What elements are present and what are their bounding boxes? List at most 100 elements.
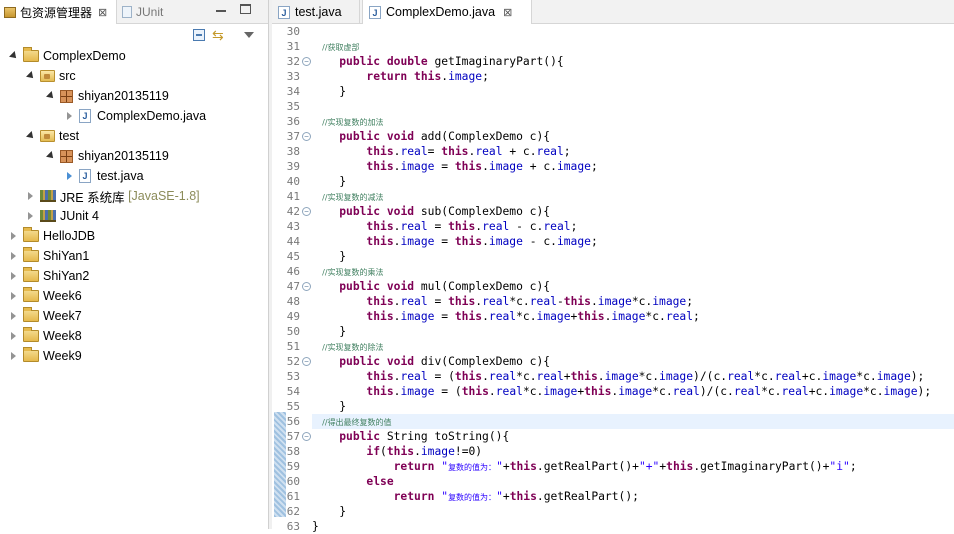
line-number: 42 — [286, 205, 300, 218]
link-with-editor-icon[interactable]: ⇆ — [212, 28, 228, 42]
code-line: public void sub(ComplexDemo c){ — [339, 205, 551, 218]
fold-toggle-icon[interactable]: − — [302, 282, 311, 291]
tree-item-shiyan1[interactable]: ShiYan1 — [8, 246, 89, 266]
source-folder-icon — [40, 130, 55, 142]
tree-item-week9[interactable]: Week9 — [8, 346, 82, 366]
line-number: 47 — [286, 280, 300, 293]
tab-complexdemo-java[interactable]: J ComplexDemo.java ⊠ — [362, 0, 532, 24]
expand-arrow-icon[interactable] — [64, 110, 76, 122]
code-line: public void div(ComplexDemo c){ — [339, 355, 551, 368]
code-line: //实现复数的加法 — [312, 114, 954, 129]
code-comment: //得出最终复数的值 — [312, 418, 392, 427]
expand-arrow-icon[interactable] — [64, 170, 76, 182]
line-number: 34 — [286, 85, 300, 98]
fold-toggle-icon[interactable]: − — [302, 357, 311, 366]
line-number: 32 — [286, 55, 300, 68]
code-line: this.real = this.real*c.real-this.image*… — [366, 295, 694, 308]
tree-item-label: Week6 — [43, 289, 82, 303]
tree-item-test[interactable]: test — [25, 126, 79, 146]
expand-arrow-icon[interactable] — [8, 310, 20, 322]
code-line: return "复数的值为："+this.getRealPart()+"+"+t… — [393, 460, 857, 473]
line-number: 59 — [286, 460, 300, 473]
code-line: } — [312, 400, 347, 413]
code-line: } — [312, 85, 347, 98]
line-number: 40 — [286, 175, 300, 188]
tree-item-shiyan2[interactable]: ShiYan2 — [8, 266, 89, 286]
line-number: 53 — [286, 370, 300, 383]
line-number: 62 — [286, 505, 300, 518]
tree-item-src[interactable]: src — [25, 66, 76, 86]
fold-toggle-icon[interactable]: − — [302, 57, 311, 66]
tree-item-hellojdb[interactable]: HelloJDB — [8, 226, 95, 246]
library-icon — [40, 190, 56, 202]
tree-item-week8[interactable]: Week8 — [8, 326, 82, 346]
expand-arrow-icon[interactable] — [25, 130, 37, 142]
line-number: 50 — [286, 325, 300, 338]
close-icon[interactable]: ⊠ — [98, 6, 107, 19]
tab-test-java[interactable]: Jtest.java — [272, 0, 360, 24]
tree-item-label: shiyan20135119 — [78, 149, 169, 163]
code-comment: //获取虚部 — [312, 43, 360, 52]
expand-arrow-icon[interactable] — [25, 70, 37, 82]
tree-item-label: test — [59, 129, 80, 143]
tree-item-label: test.java — [97, 169, 144, 183]
expand-arrow-icon[interactable] — [45, 150, 57, 162]
tab-package-explorer[interactable]: 包资源管理器 ⊠ — [0, 0, 117, 24]
fold-toggle-icon[interactable]: − — [302, 432, 311, 441]
project-icon — [23, 327, 39, 342]
tab-junit-label: JUnit — [136, 5, 164, 19]
tree-item-label: Week9 — [43, 349, 82, 363]
project-icon — [23, 307, 39, 322]
line-number: 58 — [286, 445, 300, 458]
tree-item-package-src[interactable]: shiyan20135119 — [45, 86, 169, 106]
tree-item-complexdemo-java[interactable]: J ComplexDemo.java — [64, 106, 206, 126]
line-number: 41 — [286, 190, 300, 203]
expand-arrow-icon[interactable] — [25, 190, 37, 202]
tree-item-week7[interactable]: Week7 — [8, 306, 82, 326]
tree-item-complexdemo[interactable]: ComplexDemo — [8, 46, 126, 66]
expand-arrow-icon[interactable] — [8, 350, 20, 362]
tab-label: ComplexDemo.java — [386, 5, 496, 19]
tree-item-junit-library[interactable]: JUnit 4 — [25, 206, 99, 226]
expand-arrow-icon[interactable] — [8, 270, 20, 282]
expand-arrow-icon[interactable] — [8, 330, 20, 342]
code-line: this.image = this.image - c.image; — [366, 235, 598, 248]
tree-item-decoration: [JavaSE-1.8] — [128, 189, 200, 203]
code-line: this.real = (this.real*c.real+this.image… — [366, 370, 925, 383]
line-number: 46 — [286, 265, 300, 278]
minimize-icon[interactable] — [214, 3, 228, 17]
fold-toggle-icon[interactable]: − — [302, 132, 311, 141]
expand-arrow-icon[interactable] — [8, 50, 20, 62]
code-line: public String toString(){ — [339, 430, 510, 443]
code-comment: //实现复数的除法 — [312, 343, 384, 352]
line-number: 51 — [286, 340, 300, 353]
code-line: this.image = (this.real*c.image+this.ima… — [366, 385, 932, 398]
line-number: 38 — [286, 145, 300, 158]
expand-arrow-icon[interactable] — [25, 210, 37, 222]
tree-item-label: HelloJDB — [43, 229, 96, 243]
close-icon[interactable]: ⊠ — [503, 6, 512, 19]
package-explorer-icon — [4, 6, 16, 18]
code-line: return "复数的值为："+this.getRealPart(); — [393, 490, 639, 503]
fold-toggle-icon[interactable]: − — [302, 207, 311, 216]
collapse-all-icon[interactable] — [193, 29, 205, 41]
line-number: 63 — [286, 520, 300, 533]
tree-item-label: Week7 — [43, 309, 82, 323]
expand-arrow-icon[interactable] — [8, 230, 20, 242]
project-icon — [23, 247, 39, 262]
tree-item-test-java[interactable]: Jtest.java — [64, 166, 144, 186]
tree-item-label: ShiYan1 — [43, 249, 90, 263]
code-string: 复数的值为： — [448, 463, 497, 472]
tree-item-package-test[interactable]: shiyan20135119 — [45, 146, 169, 166]
view-menu-icon[interactable] — [244, 32, 254, 38]
editor-panel: Jtest.java J ComplexDemo.java ⊠ 30 31 32 −… — [272, 0, 954, 533]
maximize-icon[interactable] — [239, 3, 253, 17]
expand-arrow-icon[interactable] — [8, 250, 20, 262]
expand-arrow-icon[interactable] — [45, 90, 57, 102]
line-number: 56 — [286, 415, 300, 428]
tree-item-jre-library[interactable]: JRE 系统库 [JavaSE-1.8] — [25, 186, 200, 206]
tree-item-week6[interactable]: Week6 — [8, 286, 82, 306]
tab-junit[interactable]: JUnit — [118, 0, 163, 24]
tab-package-explorer-label: 包资源管理器 — [20, 5, 93, 20]
expand-arrow-icon[interactable] — [8, 290, 20, 302]
